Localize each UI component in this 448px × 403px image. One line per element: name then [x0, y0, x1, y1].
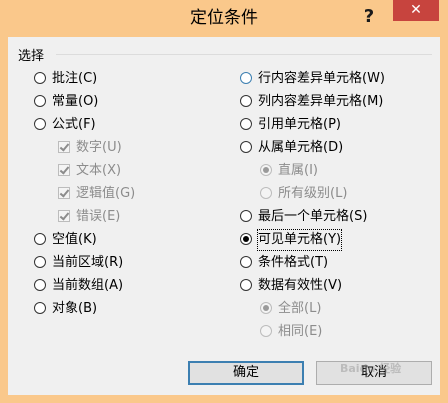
watermark: Baidu 经验: [340, 362, 402, 375]
group-label: 选择: [18, 45, 49, 64]
radio-circle[interactable]: [240, 279, 252, 291]
radio-circle[interactable]: [260, 302, 272, 314]
dialog-body: 选择 批注(C) 常量(O) 公式(F) 数字(U) 文本(X) 逻辑值(G): [8, 37, 440, 395]
radio-circle[interactable]: [240, 72, 252, 84]
dialog-title: 定位条件: [190, 8, 258, 28]
goto-special-dialog: 定位条件 ? ✕ 选择 批注(C) 常量(O) 公式(F) 数字(U) 文本(X…: [0, 0, 448, 403]
radio-circle[interactable]: [34, 256, 46, 268]
checkbox-label: 文本(X): [76, 163, 122, 178]
radio-label: 行内容差异单元格(W): [258, 71, 385, 86]
checkbox-label: 错误(E): [76, 209, 121, 224]
radio-circle[interactable]: [260, 187, 272, 199]
radio-label: 数据有效性(V): [258, 278, 343, 293]
checkbox[interactable]: [58, 164, 70, 176]
radio-label: 列内容差异单元格(M): [258, 94, 384, 109]
radio-label: 最后一个单元格(S): [258, 209, 368, 224]
radio-circle[interactable]: [34, 72, 46, 84]
radio-circle[interactable]: [240, 210, 252, 222]
radio-label: 当前数组(A): [52, 278, 124, 293]
radio-circle[interactable]: [240, 233, 252, 245]
radio-label: 相同(E): [278, 324, 323, 339]
radio-circle[interactable]: [260, 325, 272, 337]
radio-label: 全部(L): [278, 301, 322, 316]
radio-label: 从属单元格(D): [258, 140, 344, 155]
close-button[interactable]: ✕: [393, 0, 439, 21]
radio-circle[interactable]: [34, 279, 46, 291]
radio-circle[interactable]: [34, 302, 46, 314]
radio-circle[interactable]: [260, 164, 272, 176]
group-divider: [56, 54, 432, 55]
radio-label: 引用单元格(P): [258, 117, 341, 132]
radio-label: 可见单元格(Y): [256, 229, 343, 251]
radio-label: 常量(O): [52, 94, 99, 109]
radio-label: 公式(F): [52, 117, 96, 132]
help-button[interactable]: ?: [358, 4, 380, 30]
radio-circle[interactable]: [240, 118, 252, 130]
radio-circle[interactable]: [34, 233, 46, 245]
radio-label: 条件格式(T): [258, 255, 329, 270]
checkbox-label: 逻辑值(G): [76, 186, 136, 201]
checkbox[interactable]: [58, 141, 70, 153]
checkbox-label: 数字(U): [76, 140, 122, 155]
radio-circle[interactable]: [240, 95, 252, 107]
radio-circle[interactable]: [240, 256, 252, 268]
radio-label: 批注(C): [52, 71, 98, 86]
checkbox[interactable]: [58, 210, 70, 222]
ok-button[interactable]: 确定: [188, 361, 304, 385]
radio-label: 所有级别(L): [278, 186, 348, 201]
radio-label: 对象(B): [52, 301, 98, 316]
checkbox[interactable]: [58, 187, 70, 199]
radio-circle[interactable]: [240, 141, 252, 153]
radio-circle[interactable]: [34, 118, 46, 130]
radio-label: 当前区域(R): [52, 255, 124, 270]
radio-label: 空值(K): [52, 232, 97, 247]
radio-circle[interactable]: [34, 95, 46, 107]
radio-label: 直属(I): [278, 163, 318, 178]
title-bar: 定位条件 ? ✕: [0, 0, 448, 37]
